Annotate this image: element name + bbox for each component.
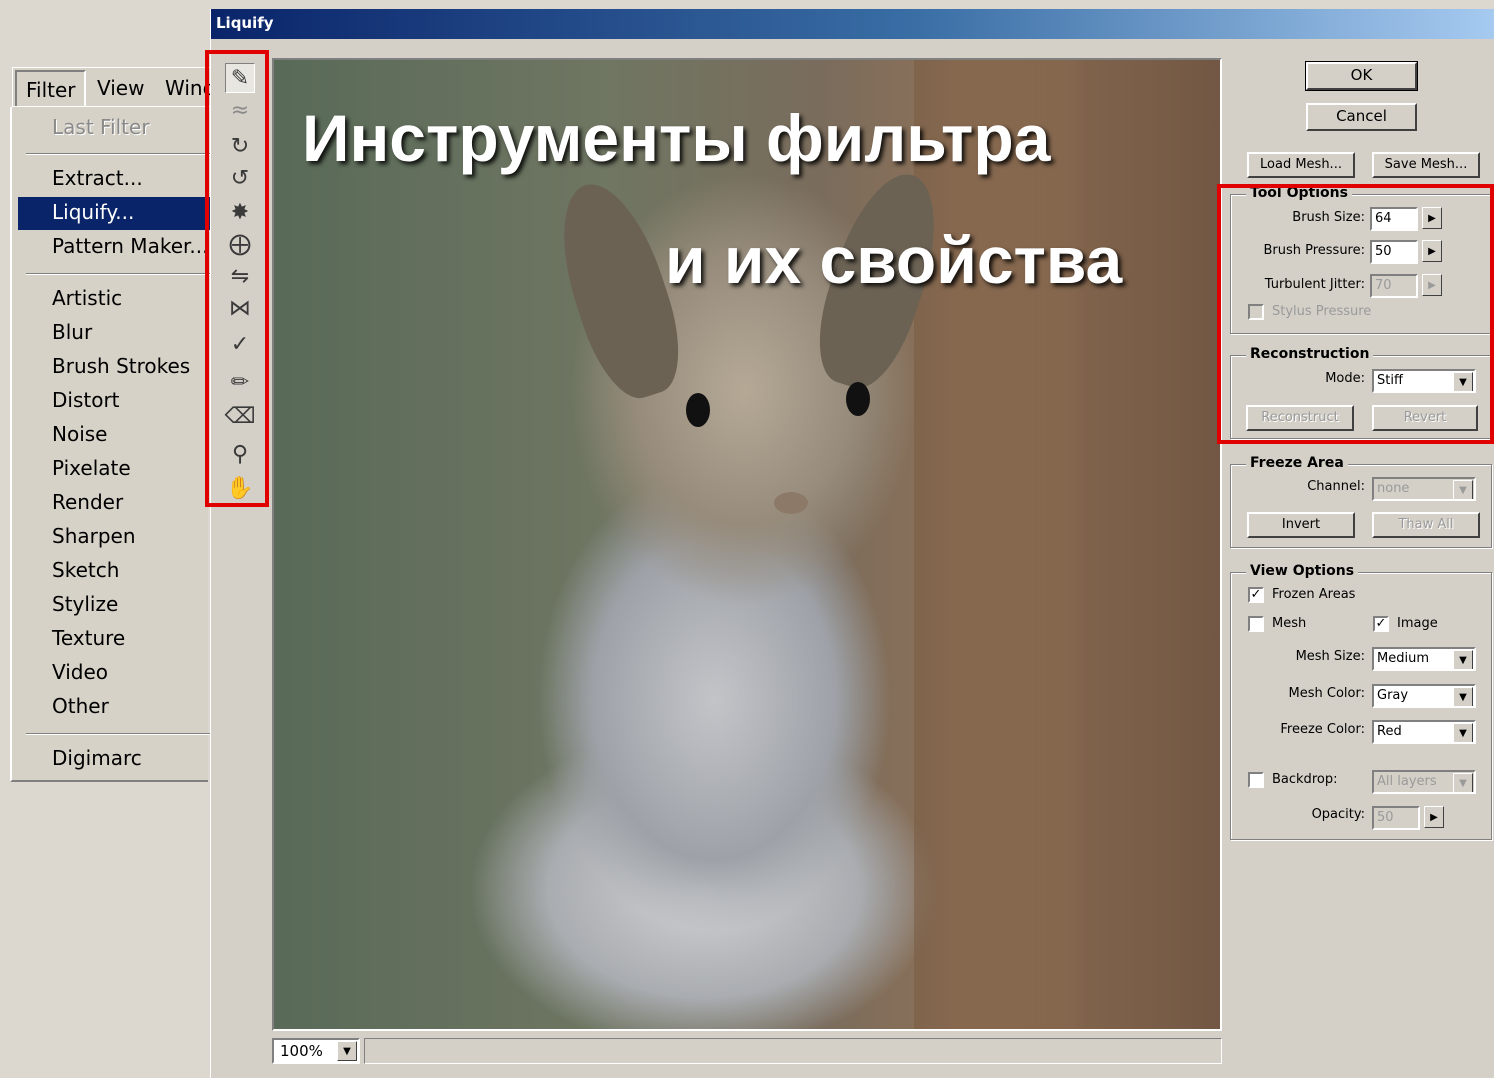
chevron-down-icon[interactable]: ▼ (337, 1041, 357, 1061)
freeze-color-select[interactable]: Red ▼ (1372, 720, 1476, 744)
menu-filter[interactable]: Filter (15, 70, 86, 106)
menu-item-extract[interactable]: Extract... (18, 163, 210, 196)
mesh-size-value: Medium (1377, 651, 1429, 666)
channel-select[interactable]: none ▼ (1372, 477, 1476, 501)
menu-item-pattern-maker[interactable]: Pattern Maker... (18, 231, 210, 264)
mesh-color-label: Mesh Color: (1288, 686, 1365, 701)
image-checkbox[interactable]: ✓ (1373, 616, 1389, 632)
backdrop-checkbox[interactable] (1248, 772, 1264, 788)
menu-view[interactable]: View (97, 76, 144, 100)
menu-item-sharpen[interactable]: Sharpen (18, 521, 210, 554)
chevron-down-icon[interactable]: ▼ (1453, 723, 1473, 742)
mesh-label: Mesh (1272, 616, 1307, 631)
menu-item-other[interactable]: Other (18, 691, 210, 724)
mesh-color-select[interactable]: Gray ▼ (1372, 684, 1476, 708)
frozen-areas-checkbox[interactable]: ✓ (1248, 587, 1264, 603)
squirrel-eye (686, 393, 710, 427)
menu-item-noise[interactable]: Noise (18, 419, 210, 452)
chevron-down-icon[interactable]: ▼ (1453, 480, 1473, 499)
menu-item-render[interactable]: Render (18, 487, 210, 520)
mesh-size-label: Mesh Size: (1295, 649, 1365, 664)
chevron-down-icon[interactable]: ▼ (1453, 650, 1473, 669)
chevron-down-icon[interactable]: ▼ (1453, 773, 1473, 792)
preview-image[interactable] (272, 58, 1222, 1031)
zoom-select[interactable]: 100% ▼ (272, 1038, 360, 1064)
thaw-all-button[interactable]: Thaw All (1372, 512, 1480, 538)
squirrel-nose (774, 492, 808, 514)
menu-separator (26, 153, 210, 155)
menu-item-video[interactable]: Video (18, 657, 210, 690)
slide-title-line2: и их свойства (665, 223, 1123, 297)
menu-item-digimarc[interactable]: Digimarc (18, 743, 210, 776)
menu-item-distort[interactable]: Distort (18, 385, 210, 418)
menu-item-blur[interactable]: Blur (18, 317, 210, 350)
menu-item-texture[interactable]: Texture (18, 623, 210, 656)
status-bar (364, 1038, 1222, 1064)
menu-item-artistic[interactable]: Artistic (18, 283, 210, 316)
tools-highlight (205, 50, 269, 507)
backdrop-select[interactable]: All layers ▼ (1372, 770, 1476, 794)
menu-bar: Filter View Wind (12, 67, 215, 107)
opacity-label: Opacity: (1311, 807, 1365, 822)
filter-dropdown-menu: Last Filter Extract... Liquify... Patter… (10, 107, 210, 782)
cancel-button[interactable]: Cancel (1306, 103, 1417, 131)
options-highlight (1217, 184, 1494, 444)
zoom-value: 100% (280, 1042, 323, 1060)
mesh-color-value: Gray (1377, 688, 1409, 703)
chevron-down-icon[interactable]: ▼ (1453, 687, 1473, 706)
view-options-title: View Options (1246, 563, 1359, 579)
menu-item-pixelate[interactable]: Pixelate (18, 453, 210, 486)
backdrop-label: Backdrop: (1272, 772, 1338, 787)
menu-item-stylize[interactable]: Stylize (18, 589, 210, 622)
menu-item-last-filter: Last Filter (52, 115, 150, 139)
title-bar[interactable]: Liquify (211, 9, 1494, 39)
freeze-color-value: Red (1377, 724, 1402, 739)
window-title: Liquify (216, 14, 274, 32)
image-label: Image (1397, 616, 1438, 631)
freeze-color-label: Freeze Color: (1280, 722, 1365, 737)
tree-trunk (914, 60, 1220, 1029)
save-mesh-button[interactable]: Save Mesh... (1372, 152, 1480, 178)
menu-item-sketch[interactable]: Sketch (18, 555, 210, 588)
menu-separator (26, 273, 210, 275)
mesh-checkbox[interactable] (1248, 616, 1264, 632)
channel-value: none (1377, 481, 1410, 496)
menu-item-brush-strokes[interactable]: Brush Strokes (18, 351, 210, 384)
menu-item-liquify[interactable]: Liquify... (18, 197, 210, 230)
freeze-area-title: Freeze Area (1246, 455, 1348, 471)
load-mesh-button[interactable]: Load Mesh... (1247, 152, 1355, 178)
invert-button[interactable]: Invert (1247, 512, 1355, 538)
channel-label: Channel: (1307, 479, 1365, 494)
menu-separator (26, 733, 210, 735)
backdrop-value: All layers (1377, 774, 1437, 789)
slide-title-line1: Инструменты фильтра (302, 101, 1051, 175)
opacity-field[interactable]: 50 (1372, 806, 1420, 830)
squirrel-eye (846, 382, 870, 416)
frozen-areas-label: Frozen Areas (1272, 587, 1356, 602)
opacity-arrow-icon[interactable]: ▶ (1424, 806, 1444, 828)
mesh-size-select[interactable]: Medium ▼ (1372, 647, 1476, 671)
ok-button[interactable]: OK (1305, 61, 1418, 91)
